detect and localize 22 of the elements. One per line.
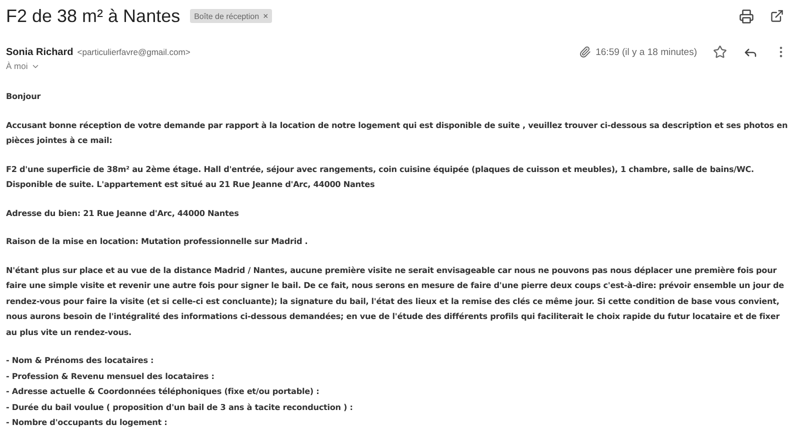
message-paragraph: Bonjour [6, 90, 42, 103]
message-paragraph: F2 d'une superficie de 38m² au 2ème étage. Hall d'entrée, séjour avec rangements, coin cuisine équipée (plaques de cuisson et meubles), 1 chambre, salle de bains/WC. Disponible de suite. L'appartement est situé au 21 Rue Jeanne d'Arc, 44000 Nantes [6, 162, 755, 191]
email-subject: F2 de 38 m² à Nantes [6, 6, 180, 26]
inbox-label: Boîte de réception × [190, 9, 272, 23]
message-list-item: - Nom & Prénoms des locataires : [6, 354, 155, 367]
message-list-item: - Durée du bail voulue ( proposition d'un bail de 3 ans à tacite reconduction ) : [6, 400, 354, 414]
label-remove-button[interactable]: × [263, 11, 268, 21]
attachment-icon [578, 46, 591, 58]
star-icon[interactable] [713, 45, 727, 59]
message-paragraph: N'étant plus sur place et au vue de la distance Madrid / Nantes, aucune première visite ne serait envisageable car nous ne pouvons pas nous déplacer une première fois pour faire une simple visite et revenir une autre fois pour signer le bail. De ce fait, nous serons en mesure de faire d'une pierre deux coups c'est-à-dire: prévoir ensemble un jour de rendez-vous pour faire la visite (et si celle-ci est concluante); la signature du bail, l'état des lieux et la remise des clés ce même jour. Si cette condition de base vous convient, nous aurons besoin de l'intégralité des informations ci-dessous demandées; en vue de l'étude des différents profils qui faciliterait le choix rapide du futur locataire et de fixer au plus vite un rendez-vous. [6, 264, 785, 339]
received-time: 16:59 (il y a 18 minutes) [596, 46, 697, 58]
message-list-item: - Adresse actuelle & Coordonnées téléphoniques (fixe et/ou portable) : [6, 385, 320, 398]
message-list-item: - Nombre d'occupants du logement : [6, 416, 168, 429]
message-paragraph: Raison de la mise en location: Mutation professionnelle sur Madrid . [6, 235, 309, 248]
sender-email: <particulierfavre@gmail.com> [77, 47, 190, 57]
message-list-item: - Profession & Revenu mensuel des locataires : [6, 370, 216, 382]
message-paragraph: Accusant bonne réception de votre demande par rapport à la location de notre logement qui est disponible de suite , veuillez trouver ci-dessous sa description et ses photos en pièces jointes à ce mail: [6, 118, 789, 147]
print-icon[interactable] [739, 8, 754, 24]
sender-name: Sonia Richard [6, 46, 74, 58]
recipient-dropdown[interactable]: À moi [6, 61, 40, 71]
open-in-new-window-icon[interactable] [770, 8, 784, 24]
message-paragraph: Adresse du bien: 21 Rue Jeanne d'Arc, 44000 Nantes [6, 206, 240, 220]
